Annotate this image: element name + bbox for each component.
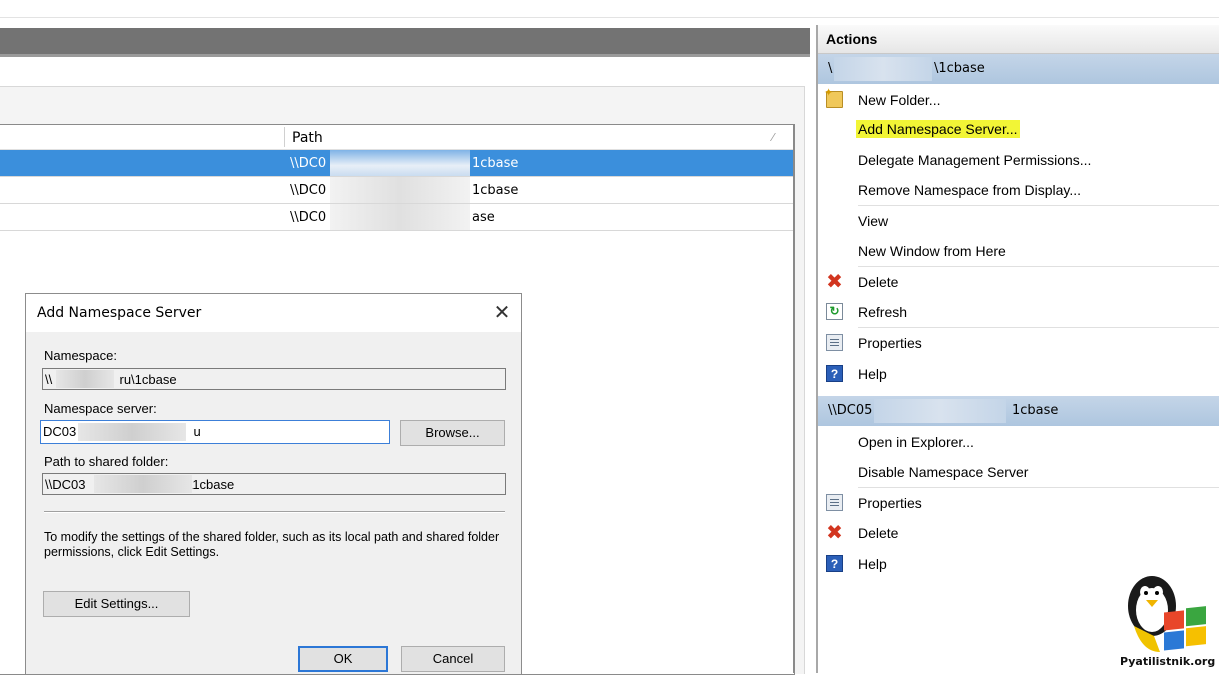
- new-folder-icon: [824, 86, 843, 108]
- redacted-region: [834, 57, 932, 81]
- namespace-label: Namespace:: [44, 348, 117, 363]
- action-view[interactable]: View: [818, 206, 1219, 236]
- table-row[interactable]: \\DC0 1cbase: [0, 177, 793, 204]
- action-disable-namespace-server[interactable]: Disable Namespace Server: [818, 457, 1219, 487]
- server-value-start: DC03: [43, 424, 77, 439]
- row-path-end: ase: [472, 210, 495, 225]
- action-label: Delete: [858, 274, 899, 290]
- action-label: Add Namespace Server...: [856, 120, 1020, 138]
- ok-button[interactable]: OK: [298, 646, 388, 672]
- watermark-text: Pyatilistnik.org: [1120, 655, 1216, 668]
- action-label: New Window from Here: [858, 243, 1006, 259]
- cancel-button[interactable]: Cancel: [401, 646, 505, 672]
- action-label: Properties: [858, 335, 922, 351]
- pane-title-bar-edge: [0, 54, 810, 57]
- list-header: [0, 125, 793, 150]
- action-delegate-management-permissions[interactable]: Delegate Management Permissions...: [818, 145, 1219, 175]
- redacted-region: [94, 475, 192, 493]
- help-icon: ?: [826, 365, 843, 382]
- path-value-start: \\DC03: [45, 477, 86, 492]
- info-text: To modify the settings of the shared fol…: [44, 530, 500, 559]
- browse-button[interactable]: Browse...: [400, 420, 505, 446]
- namespace-server-label: Namespace server:: [44, 401, 157, 416]
- dialog-title: Add Namespace Server: [37, 305, 202, 321]
- action-label: Properties: [858, 495, 922, 511]
- path-label: Path to shared folder:: [44, 454, 169, 469]
- edit-settings-button[interactable]: Edit Settings...: [43, 591, 190, 617]
- group-title-start: \\DC05: [828, 403, 873, 418]
- action-refresh[interactable]: ↻ Refresh: [818, 297, 1219, 327]
- action-label: Open in Explorer...: [858, 434, 974, 450]
- group-title-start: \: [828, 61, 833, 76]
- group-title-end: 1cbase: [1012, 403, 1059, 418]
- action-label: New Folder...: [858, 92, 941, 108]
- redacted-region: [330, 177, 470, 203]
- delete-icon: ✖: [826, 520, 843, 544]
- properties-icon: [826, 494, 843, 511]
- action-label: Delete: [858, 525, 899, 541]
- table-row[interactable]: \\DC0 1cbase: [0, 150, 793, 177]
- redacted-region: [330, 150, 470, 176]
- delete-icon: ✖: [826, 269, 843, 293]
- row-path-start: \\DC0: [290, 156, 327, 171]
- action-properties[interactable]: Properties: [818, 488, 1219, 518]
- pane-title-bar: [0, 28, 810, 54]
- action-new-folder[interactable]: New Folder...: [818, 85, 1219, 115]
- action-properties[interactable]: Properties: [818, 328, 1219, 358]
- action-add-namespace-server[interactable]: Add Namespace Server...: [818, 115, 1219, 145]
- action-label: Delegate Management Permissions...: [858, 152, 1092, 168]
- group-title-end: \1cbase: [934, 61, 985, 76]
- table-row[interactable]: \\DC0 ase: [0, 204, 793, 231]
- action-label: Help: [858, 366, 887, 382]
- action-delete[interactable]: ✖ Delete: [818, 267, 1219, 297]
- dialog-separator: [44, 511, 505, 513]
- actions-header: Actions: [818, 25, 1219, 54]
- server-value-end: u: [193, 424, 201, 439]
- column-separator[interactable]: [284, 127, 285, 147]
- properties-icon: [826, 334, 843, 351]
- path-value-end: \1cbase: [188, 477, 235, 492]
- top-strip: [0, 0, 1219, 18]
- namespace-value-end: ru\1cbase: [119, 372, 177, 387]
- list-border: [793, 124, 794, 673]
- row-path-end: 1cbase: [472, 156, 519, 171]
- add-namespace-server-dialog: Add Namespace Server ✕ Namespace: \\ ru\…: [25, 293, 522, 674]
- action-label: Refresh: [858, 304, 908, 320]
- action-label: View: [858, 213, 889, 229]
- redacted-region: [330, 204, 470, 230]
- row-path-start: \\DC0: [290, 183, 327, 198]
- redacted-region: [78, 423, 186, 441]
- row-path-start: \\DC0: [290, 210, 327, 225]
- help-icon: ?: [826, 555, 843, 572]
- action-remove-namespace-from-display[interactable]: Remove Namespace from Display...: [818, 175, 1219, 205]
- action-label: Help: [858, 556, 887, 572]
- action-label: Disable Namespace Server: [858, 464, 1029, 480]
- column-header-path[interactable]: Path: [292, 130, 323, 146]
- close-icon[interactable]: ✕: [490, 300, 514, 324]
- namespace-value-start: \\: [45, 372, 53, 387]
- action-new-window-from-here[interactable]: New Window from Here: [818, 236, 1219, 266]
- action-help[interactable]: ? Help: [818, 359, 1219, 389]
- action-delete[interactable]: ✖ Delete: [818, 518, 1219, 548]
- actions-title: Actions: [826, 31, 878, 47]
- redacted-region: [56, 370, 114, 388]
- row-path-end: 1cbase: [472, 183, 519, 198]
- actions-group-namespace[interactable]: \ \1cbase: [818, 54, 1219, 84]
- redacted-region: [874, 399, 1006, 423]
- action-open-in-explorer[interactable]: Open in Explorer...: [818, 427, 1219, 457]
- action-label: Remove Namespace from Display...: [858, 182, 1082, 198]
- actions-group-server[interactable]: \\DC05 1cbase: [818, 396, 1219, 426]
- sort-indicator-icon: ⁄: [772, 131, 774, 144]
- refresh-icon: ↻: [826, 303, 843, 320]
